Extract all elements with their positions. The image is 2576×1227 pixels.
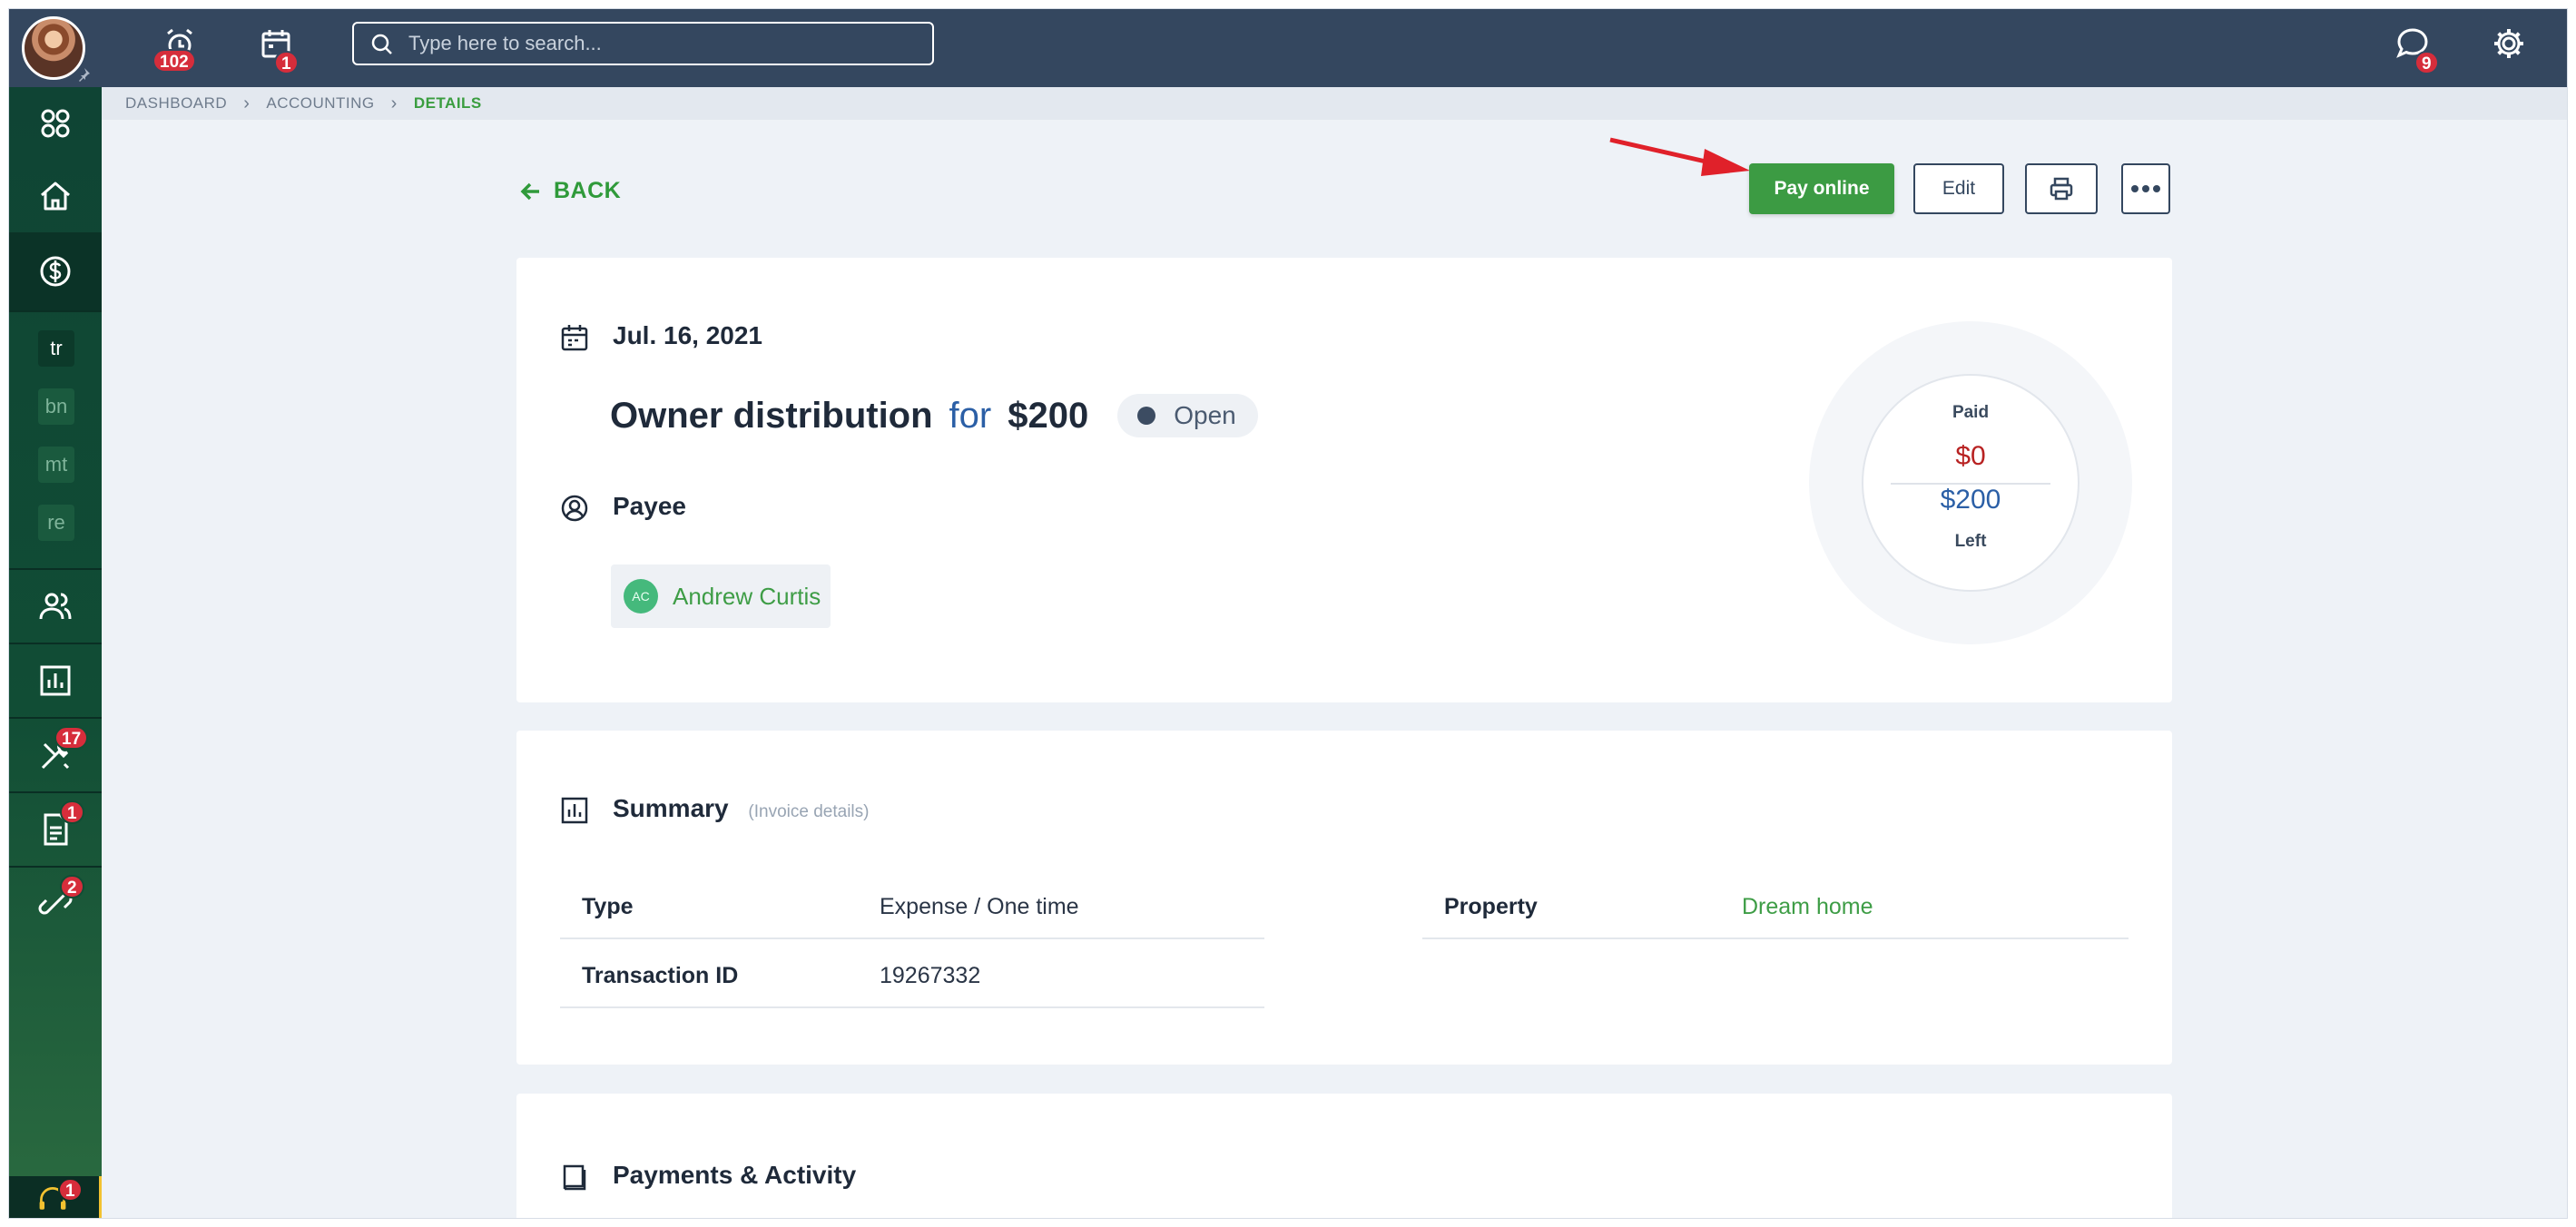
grid-icon (41, 109, 70, 138)
sidebar-item-links[interactable]: 2 (9, 868, 102, 940)
chevron-right-icon: › (390, 93, 398, 113)
row-key: Transaction ID (582, 963, 739, 988)
table-row: Type Expense / One time (560, 870, 1264, 939)
arrow-left-icon (520, 182, 539, 200)
chevron-right-icon: › (243, 93, 251, 113)
more-options-button[interactable] (2121, 163, 2170, 214)
sidebar-item-accounting[interactable] (9, 232, 102, 310)
ellipsis-icon (2131, 185, 2160, 192)
maintenance-badge: 17 (54, 726, 89, 750)
settings-button[interactable] (2483, 22, 2534, 73)
left-amount: $200 (1940, 485, 2001, 515)
payee-heading: Payee (613, 492, 686, 520)
status-dot-icon (1137, 407, 1156, 425)
row-value: 19267332 (880, 963, 981, 988)
payments-activity-card: Payments & Activity (516, 1094, 2172, 1218)
summary-title: Summary (Invoice details) (613, 794, 869, 823)
table-row: Property Dream home (1422, 870, 2129, 939)
users-icon (39, 593, 72, 620)
payments-title: Payments & Activity (613, 1161, 857, 1189)
bar-chart-icon (40, 665, 71, 696)
breadcrumb-accounting[interactable]: ACCOUNTING (266, 94, 374, 113)
sidebar-divider (9, 310, 102, 312)
shortcut-mt[interactable]: mt (38, 447, 74, 483)
payment-progress-ring: Paid $0 $200 Left (1809, 321, 2132, 644)
print-button[interactable] (2025, 163, 2098, 214)
row-key: Type (582, 894, 634, 919)
shortcut-bn[interactable]: bn (38, 388, 74, 425)
printer-icon (2050, 177, 2073, 201)
transaction-amount: $200 (1008, 395, 1089, 436)
sidebar-item-documents[interactable]: 1 (9, 793, 102, 866)
sidebar-item-home[interactable] (9, 160, 102, 232)
sidebar-item-people[interactable] (9, 570, 102, 643)
search-box[interactable] (352, 22, 934, 65)
user-circle-icon (561, 495, 588, 522)
row-value: Expense / One time (880, 894, 1079, 919)
search-icon (371, 34, 392, 54)
app-window: 102 1 9 (9, 9, 2567, 1218)
payee-name: Andrew Curtis (673, 582, 821, 610)
back-button[interactable]: BACK (519, 178, 621, 204)
payee-avatar: AC (624, 579, 658, 614)
top-bar: 102 1 9 (9, 9, 2567, 87)
for-label: for (949, 395, 992, 436)
sidebar-item-reports[interactable] (9, 644, 102, 717)
pin-icon (76, 67, 93, 83)
back-label: BACK (554, 178, 622, 203)
report-icon (561, 797, 588, 824)
sidebar-item-apps[interactable] (9, 87, 102, 160)
row-key: Property (1444, 894, 1538, 919)
property-link[interactable]: Dream home (1742, 894, 1873, 920)
sidebar: tr bn mt re 17 1 2 1 (9, 87, 102, 1218)
pay-online-button[interactable]: Pay online (1749, 163, 1894, 214)
summary-card: Summary (Invoice details) Type Expense /… (516, 731, 2172, 1065)
paid-label: Paid (1952, 403, 1990, 422)
transaction-date: Jul. 16, 2021 (613, 321, 763, 349)
breadcrumb: DASHBOARD › ACCOUNTING › DETAILS (102, 87, 2567, 120)
home-icon (41, 182, 70, 211)
links-badge: 2 (60, 875, 84, 898)
support-button[interactable]: 1 (9, 1176, 102, 1218)
reminders-badge: 102 (152, 49, 196, 73)
annotation-arrow (1609, 137, 1750, 176)
status-label: Open (1174, 401, 1236, 429)
transaction-type: Owner distribution (610, 395, 933, 436)
summary-left-table: Type Expense / One time Transaction ID 1… (560, 870, 1264, 1008)
edit-button[interactable]: Edit (1913, 163, 2004, 214)
breadcrumb-dashboard[interactable]: DASHBOARD (125, 94, 227, 113)
messages-button[interactable]: 9 (2387, 22, 2439, 74)
search-input[interactable] (408, 29, 917, 58)
left-label: Left (1954, 532, 1987, 551)
gear-icon (2494, 29, 2523, 58)
dollar-circle-icon (40, 256, 71, 287)
calendar-button[interactable]: 1 (251, 22, 301, 74)
calendar-icon (561, 325, 588, 351)
breadcrumb-details: DETAILS (413, 94, 482, 112)
summary-subtitle: (Invoice details) (748, 802, 870, 821)
support-badge: 1 (58, 1178, 83, 1202)
summary-right-table: Property Dream home (1422, 870, 2129, 939)
payment-progress-center: Paid $0 $200 Left (1862, 374, 2079, 592)
book-icon (563, 1164, 586, 1191)
messages-badge: 9 (2414, 51, 2439, 74)
summary-heading: Summary (613, 794, 729, 822)
payee-chip[interactable]: AC Andrew Curtis (611, 564, 831, 628)
reminders-button[interactable]: 102 (152, 22, 205, 73)
shortcut-re[interactable]: re (38, 505, 74, 541)
transaction-card: Jul. 16, 2021 Owner distribution for $20… (516, 258, 2172, 702)
sidebar-item-maintenance[interactable]: 17 (9, 719, 102, 791)
documents-badge: 1 (60, 800, 84, 824)
calendar-badge: 1 (274, 51, 299, 74)
status-badge: Open (1117, 394, 1258, 437)
transaction-title: Owner distribution for $200 Open (610, 394, 1258, 437)
paid-amount: $0 (1955, 441, 1986, 471)
user-avatar[interactable] (22, 16, 90, 83)
table-row: Transaction ID 19267332 (560, 939, 1264, 1008)
shortcut-tr[interactable]: tr (38, 330, 74, 367)
